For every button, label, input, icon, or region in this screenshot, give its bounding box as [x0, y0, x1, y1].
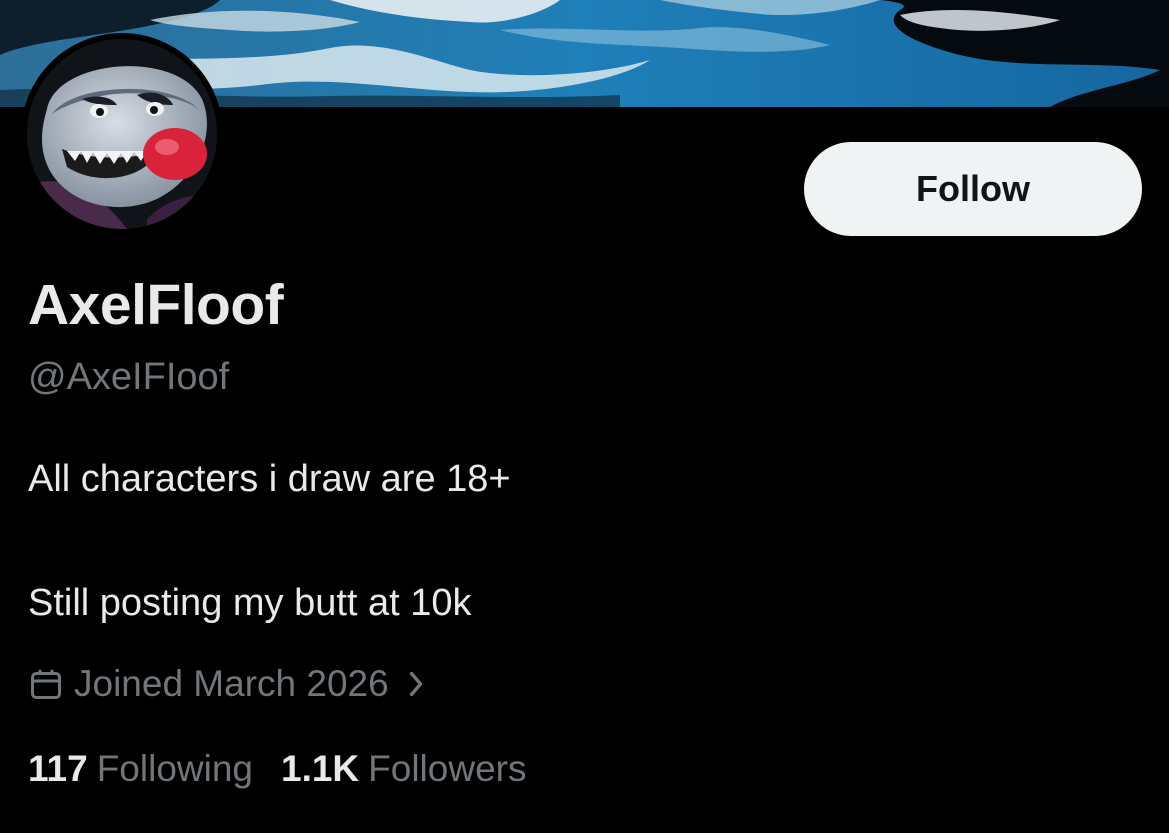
followers-label: Followers: [368, 748, 527, 789]
followers-link[interactable]: 1.1K Followers: [281, 748, 526, 790]
following-link[interactable]: 117 Following: [28, 748, 253, 790]
follow-button[interactable]: Follow: [804, 142, 1142, 236]
profile-handle: @AxeIFIoof: [28, 356, 230, 398]
chevron-right-icon: [405, 669, 427, 699]
shark-avatar-image: [27, 39, 217, 229]
following-label: Following: [96, 748, 253, 789]
following-count: 117: [28, 748, 88, 789]
followers-count: 1.1K: [281, 748, 360, 789]
profile-bio-line: Still posting my butt at 10k: [28, 582, 472, 624]
joined-date[interactable]: Joined March 2026: [28, 663, 427, 705]
profile-display-name: AxelFloof: [28, 273, 284, 337]
joined-label: Joined March 2026: [74, 663, 389, 704]
profile-bio-line: All characters i draw are 18+: [28, 458, 511, 500]
calendar-icon: [28, 666, 64, 702]
avatar[interactable]: [21, 33, 223, 235]
profile-stats: 117 Following 1.1K Followers: [28, 748, 526, 790]
